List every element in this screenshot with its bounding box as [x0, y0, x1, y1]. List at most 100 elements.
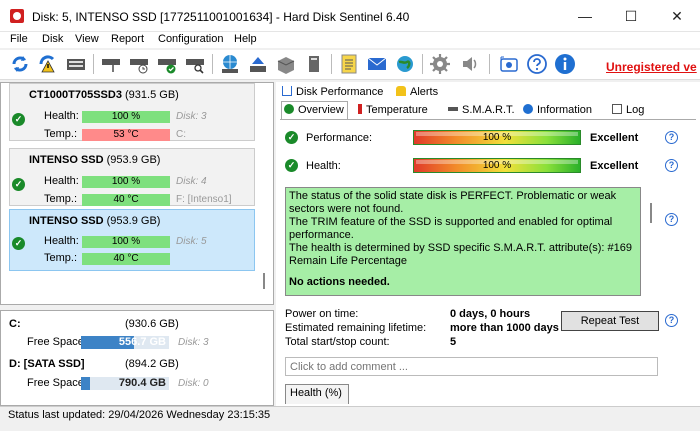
disk-search-icon[interactable]	[184, 53, 206, 75]
volume-list: C: (930.6 GB) Free Space 556.7 GB Disk: …	[0, 310, 274, 406]
report-icon[interactable]	[338, 53, 360, 75]
network-disk-icon[interactable]	[219, 53, 241, 75]
disk-name: INTENSO SSD	[29, 215, 104, 227]
close-button[interactable]: ✕	[654, 0, 700, 32]
disk-test-icon[interactable]	[100, 53, 122, 75]
refresh-warning-icon[interactable]	[37, 53, 59, 75]
unregistered-link[interactable]: Unregistered ve	[606, 60, 697, 74]
summary-scrollbar[interactable]	[650, 203, 652, 223]
tab-smart[interactable]: S.M.A.R.T.	[448, 104, 515, 116]
info-icon[interactable]	[554, 53, 576, 75]
disk-title: INTENSO SSD (953.9 GB)	[29, 154, 160, 166]
power-on-value: 0 days, 0 hours	[450, 308, 531, 320]
disk-title: CT1000T705SSD3 (931.5 GB)	[29, 89, 179, 101]
tab-temperature[interactable]: Temperature	[358, 104, 428, 116]
disk-card-1[interactable]: INTENSO SSD (953.9 GB) ✓ Health: 100 % D…	[9, 148, 255, 206]
tab-disk-performance[interactable]: Disk Performance	[282, 86, 383, 98]
health-label: Health:	[306, 160, 341, 172]
sound-icon[interactable]	[459, 53, 481, 75]
title-bar: Disk: 5, INTENSO SSD [1772511001001634] …	[0, 0, 700, 32]
performance-bar: 100 %	[413, 130, 581, 145]
minimize-button[interactable]: —	[562, 0, 608, 32]
menu-bar: File Disk View Report Configuration Help	[0, 32, 700, 48]
check-icon: ✓	[12, 237, 25, 250]
volume-label: C:	[176, 129, 186, 140]
drive-bay-icon[interactable]	[275, 53, 297, 75]
menu-configuration[interactable]: Configuration	[158, 33, 223, 45]
check-icon	[284, 104, 294, 114]
health-label: Health:	[44, 235, 79, 247]
free-space-bar: 790.4 GB	[81, 377, 169, 390]
summary-line: The health is determined by SSD specific…	[289, 242, 632, 267]
bell-icon	[396, 86, 406, 96]
disk-ok-icon[interactable]	[156, 53, 178, 75]
startstop-label: Total start/stop count:	[285, 336, 390, 348]
help-icon[interactable]: ?	[665, 131, 678, 144]
help-icon[interactable]	[526, 53, 548, 75]
free-space-label: Free Space	[27, 336, 84, 348]
health-label: Health:	[44, 175, 79, 187]
menu-view[interactable]: View	[75, 33, 99, 45]
free-space-value: 790.4 GB	[118, 377, 166, 389]
globe-icon[interactable]	[394, 53, 416, 75]
menu-disk[interactable]: Disk	[42, 33, 63, 45]
temp-label: Temp.:	[44, 128, 78, 140]
performance-value: 100 %	[482, 132, 512, 143]
volume-name: C:	[9, 318, 21, 330]
disk-card-0[interactable]: CT1000T705SSD3 (931.5 GB) ✓ Health: 100 …	[9, 83, 255, 141]
disk-number: Disk: 3	[178, 337, 209, 348]
gear-icon[interactable]	[429, 53, 451, 75]
repeat-test-button[interactable]: Repeat Test	[561, 311, 659, 331]
email-icon[interactable]	[366, 53, 388, 75]
disk-size: (931.5 GB)	[125, 89, 179, 101]
free-space-value: 556.7 GB	[118, 336, 166, 348]
tab-information[interactable]: Information	[523, 104, 592, 116]
disk-number: Disk: 0	[178, 378, 209, 389]
disk-card-2[interactable]: INTENSO SSD (953.9 GB) ✓ Health: 100 % D…	[9, 209, 255, 271]
eject-disk-icon[interactable]	[247, 53, 269, 75]
startstop-value: 5	[450, 336, 457, 348]
check-icon: ✓	[285, 131, 298, 144]
disk-size: (953.9 GB)	[106, 215, 161, 227]
disk-clock-icon[interactable]	[128, 53, 150, 75]
check-icon: ✓	[12, 178, 25, 191]
performance-label: Performance:	[306, 132, 373, 144]
disk-list-scrollbar[interactable]	[263, 273, 265, 289]
comment-input[interactable]	[285, 357, 658, 376]
power-on-label: Power on time:	[285, 308, 359, 320]
detail-pane: Disk Performance Alerts Overview Tempera…	[276, 82, 700, 406]
check-icon: ✓	[285, 159, 298, 172]
disk-drive-icon[interactable]	[65, 53, 87, 75]
maximize-button[interactable]: ☐	[608, 0, 654, 32]
volume-size: (930.6 GB)	[125, 318, 179, 330]
disk-number: Disk: 4	[176, 176, 207, 187]
menu-file[interactable]: File	[10, 33, 28, 45]
help-icon[interactable]: ?	[665, 314, 678, 327]
temp-label: Temp.:	[44, 193, 78, 205]
help-icon[interactable]: ?	[665, 213, 678, 226]
tab-log[interactable]: Log	[612, 104, 644, 116]
refresh-icon[interactable]	[9, 53, 31, 75]
window-title: Disk: 5, INTENSO SSD [1772511001001634] …	[32, 10, 410, 24]
health-value: 100 %	[482, 160, 512, 171]
tab-alerts[interactable]: Alerts	[396, 86, 438, 98]
menu-report[interactable]: Report	[111, 33, 144, 45]
app-icon	[10, 9, 24, 23]
disk-list: CT1000T705SSD3 (931.5 GB) ✓ Health: 100 …	[0, 82, 274, 305]
screenshot-icon[interactable]	[498, 53, 520, 75]
health-label: Health:	[44, 110, 79, 122]
external-drive-icon[interactable]	[303, 53, 325, 75]
volume-label: F: [Intenso1]	[176, 194, 232, 205]
help-icon[interactable]: ?	[665, 159, 678, 172]
tab-overview[interactable]: Overview	[284, 104, 344, 116]
summary-line: The TRIM feature of the SSD is supported…	[289, 216, 613, 241]
disk-name: INTENSO SSD	[29, 154, 104, 166]
chart-icon	[282, 86, 292, 96]
menu-help[interactable]: Help	[234, 33, 257, 45]
lifetime-label: Estimated remaining lifetime:	[285, 322, 427, 334]
tab-divider	[280, 119, 696, 120]
check-icon: ✓	[12, 113, 25, 126]
volume-name: D: [SATA SSD]	[9, 358, 85, 370]
temp-bar: 53 °C	[82, 129, 170, 141]
status-summary: The status of the solid state disk is PE…	[285, 187, 641, 296]
